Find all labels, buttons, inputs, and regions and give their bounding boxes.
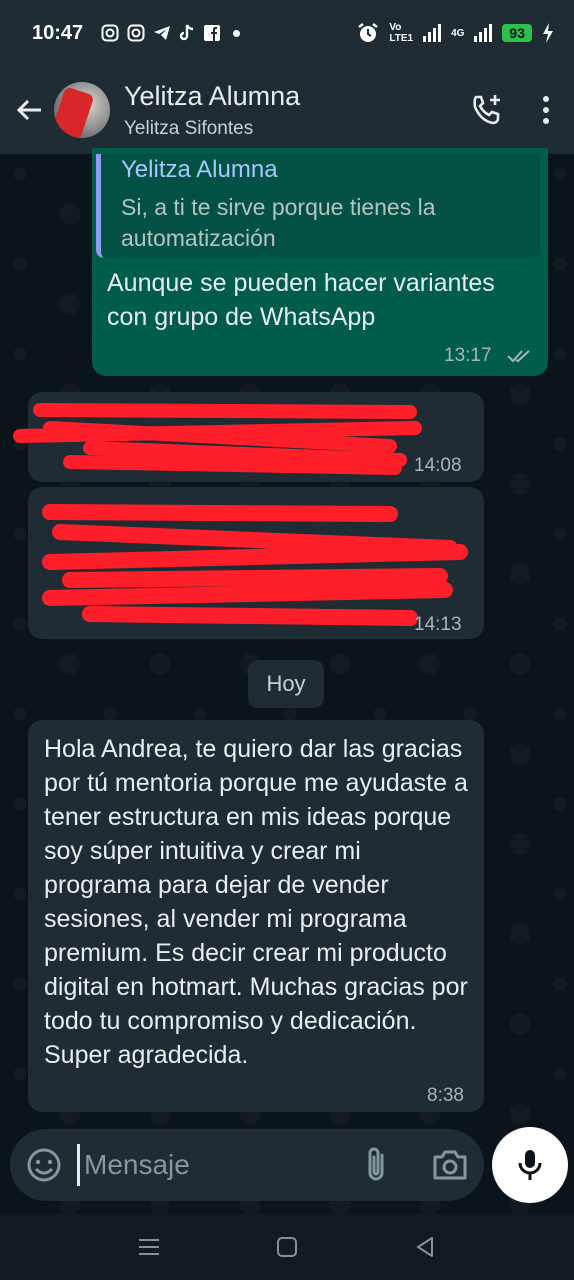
quoted-message[interactable]: Yelitza Alumna Si, a ti te sirve porque … (96, 154, 540, 258)
status-time: 10:47 (32, 21, 84, 44)
message-text: Aunque se pueden hacer variantes con gru… (107, 269, 495, 331)
back-arrow-icon (16, 99, 41, 121)
charging-icon (543, 23, 553, 43)
4g-indicator: 4G (451, 27, 465, 39)
contact-name: Yelitza Alumna (124, 80, 301, 111)
telegram-icon (154, 26, 171, 40)
message-composer (10, 1129, 484, 1201)
contact-info[interactable]: Yelitza Alumna Yelitza Sifontes (124, 81, 300, 140)
text-caret (77, 1144, 80, 1186)
quoted-text: Si, a ti te sirve porque tienes la autom… (121, 194, 436, 251)
day-separator: Hoy (248, 660, 324, 708)
facebook-icon (204, 25, 221, 41)
instagram-icon (127, 24, 145, 42)
message-time: 14:08 (414, 455, 462, 476)
back-button[interactable] (8, 88, 52, 132)
recents-icon[interactable] (138, 1237, 160, 1257)
message-text: Hola Andrea, te quiero dar las gracias p… (44, 735, 468, 1069)
more-notifications-dot (233, 29, 241, 37)
instagram-icon (101, 24, 119, 42)
volte-indicator: Vo LTE1 (389, 22, 414, 44)
chat-header: Yelitza Alumna Yelitza Sifontes (0, 66, 574, 154)
tiktok-icon (179, 24, 194, 41)
alarm-icon (358, 23, 379, 42)
attach-icon[interactable] (360, 1145, 394, 1185)
contact-avatar[interactable] (54, 82, 110, 138)
signal-icon-2 (474, 24, 493, 42)
system-nav-bar (0, 1214, 574, 1280)
back-icon[interactable] (414, 1236, 436, 1258)
message-time: 14:13 (414, 614, 462, 635)
emoji-icon[interactable] (24, 1145, 64, 1185)
read-receipt-icon (507, 350, 530, 363)
contact-subtitle: Yelitza Sifontes (124, 117, 254, 139)
more-vert-icon[interactable] (542, 95, 550, 125)
voice-record-button[interactable] (492, 1127, 568, 1203)
redaction-scribble (42, 504, 468, 626)
notification-icons (101, 24, 241, 42)
message-time: 8:38 (427, 1085, 464, 1106)
message-time: 13:17 (444, 345, 492, 366)
add-call-icon[interactable] (470, 93, 504, 127)
home-icon[interactable] (276, 1236, 298, 1258)
battery-level: 93 (502, 24, 532, 42)
system-indicators: Vo LTE1 4G 93 (357, 22, 554, 44)
mic-icon (518, 1150, 542, 1180)
message-input[interactable] (84, 1143, 324, 1187)
signal-icon (423, 24, 442, 42)
redaction-scribble (13, 403, 422, 475)
status-bar: 10:47 Vo LTE1 4G 93 (0, 0, 574, 66)
quoted-author: Yelitza Alumna (121, 156, 278, 183)
camera-icon[interactable] (430, 1145, 470, 1185)
header-actions (470, 93, 550, 127)
